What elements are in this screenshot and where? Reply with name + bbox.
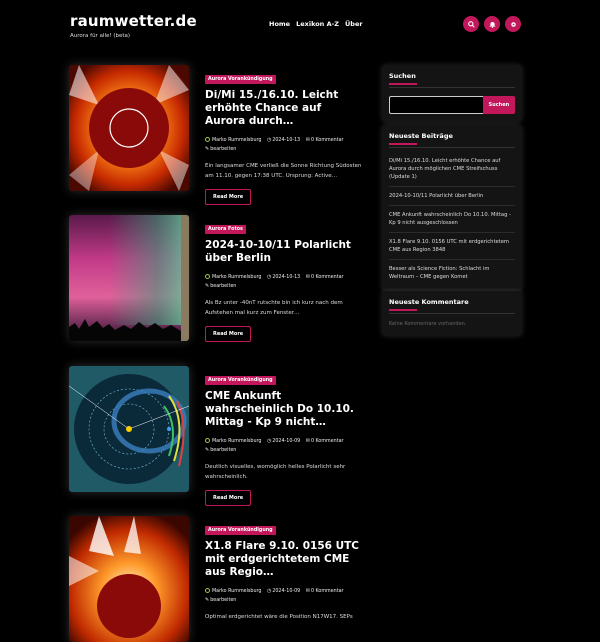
post-card: Aurora Vorankündigung CME Ankunft wahrsc… xyxy=(69,366,369,506)
nav-item-lexikon[interactable]: Lexikon A-Z xyxy=(296,20,339,28)
post-author[interactable]: Marko Rummelsburg xyxy=(212,275,261,280)
post-excerpt: Ein langsamer CME verließ die Sonne Rich… xyxy=(205,163,362,179)
post-excerpt: Deutlich visuelles, womöglich helles Pol… xyxy=(205,464,346,480)
recent-posts-widget: Neueste Beiträge Di/Mi 15./16.10. Leicht… xyxy=(382,125,522,292)
post-title[interactable]: X1.8 Flare 9.10. 0156 UTC mit erdgericht… xyxy=(205,540,365,579)
category-badge[interactable]: Aurora Fotos xyxy=(205,225,246,234)
nav-item-home[interactable]: Home xyxy=(269,20,290,28)
post-author[interactable]: Marko Rummelsburg xyxy=(212,138,261,143)
category-badge[interactable]: Aurora Vorankündigung xyxy=(205,526,276,535)
site-title[interactable]: raumwetter.de xyxy=(70,12,197,30)
clock-icon: ◷ xyxy=(266,274,272,280)
post-comments[interactable]: 0 Kommentar xyxy=(311,589,344,594)
post-comments[interactable]: 0 Kommentar xyxy=(311,439,344,444)
post-excerpt: Als Bz unter -40nT rutschte bin ich kurz… xyxy=(205,300,343,316)
post-edit-link[interactable]: bearbeiten xyxy=(210,284,236,289)
post-author[interactable]: Marko Rummelsburg xyxy=(212,589,261,594)
category-badge[interactable]: Aurora Vorankündigung xyxy=(205,376,276,385)
post-meta: Marko Rummelsburg ◷2024-10-09 ✉0 Komment… xyxy=(205,587,365,605)
widget-title-underline xyxy=(389,143,417,145)
author-icon xyxy=(205,588,210,593)
post-card: Aurora Vorankündigung X1.8 Flare 9.10. 0… xyxy=(69,516,369,642)
widget-title: Suchen xyxy=(389,72,416,80)
no-comments-text: Keine Kommentare vorhanden. xyxy=(389,320,467,327)
site-tagline: Aurora für alle! (beta) xyxy=(70,33,131,39)
post-thumbnail-coronagraph[interactable] xyxy=(69,65,189,191)
post-card: Aurora Vorankündigung Di/Mi 15./16.10. L… xyxy=(69,65,369,205)
clock-icon: ◷ xyxy=(266,588,272,594)
main-nav: Home Lexikon A-Z Über xyxy=(269,20,363,28)
post-date[interactable]: 2024-10-09 xyxy=(272,439,300,444)
widget-title: Neueste Beiträge xyxy=(389,132,453,140)
post-title[interactable]: 2024-10-10/11 Polarlicht über Berlin xyxy=(205,239,365,265)
edit-icon: ✎ xyxy=(205,283,210,289)
post-excerpt: Optimal erdgerichtet wäre die Position N… xyxy=(205,614,353,620)
widget-title-underline xyxy=(389,83,417,85)
post-meta: Marko Rummelsburg ◷2024-10-13 ✉0 Komment… xyxy=(205,273,365,291)
site-header: raumwetter.de Aurora für alle! (beta) Ho… xyxy=(0,0,600,50)
widget-title-underline xyxy=(389,309,417,311)
comment-icon: ✉ xyxy=(305,137,310,143)
post-comments[interactable]: 0 Kommentar xyxy=(311,138,344,143)
edit-icon: ✎ xyxy=(205,447,210,453)
bell-icon[interactable] xyxy=(484,16,500,32)
post-thumbnail-flare[interactable] xyxy=(69,516,189,642)
post-thumbnail-aurora[interactable] xyxy=(69,215,189,341)
search-input[interactable] xyxy=(389,95,483,114)
post-edit-link[interactable]: bearbeiten xyxy=(210,448,236,453)
recent-post-link[interactable]: Di/Mi 15./16.10. Leicht erhöhte Chance a… xyxy=(389,152,515,187)
author-icon xyxy=(205,438,210,443)
recent-post-link[interactable]: 2024-10-10/11 Polarlicht über Berlin xyxy=(389,187,515,206)
widget-title: Neueste Kommentare xyxy=(389,298,469,306)
author-icon xyxy=(205,137,210,142)
search-button[interactable]: Suchen xyxy=(482,95,515,114)
post-title[interactable]: Di/Mi 15./16.10. Leicht erhöhte Chance a… xyxy=(205,89,365,128)
recent-post-link[interactable]: CME Ankunft wahrscheinlich Do 10.10. Mit… xyxy=(389,206,515,233)
read-more-button[interactable]: Read More xyxy=(205,326,252,342)
post-author[interactable]: Marko Rummelsburg xyxy=(212,439,261,444)
post-comments[interactable]: 0 Kommentar xyxy=(311,275,344,280)
search-icon[interactable] xyxy=(463,16,479,32)
post-title[interactable]: CME Ankunft wahrscheinlich Do 10.10. Mit… xyxy=(205,390,365,429)
post-date[interactable]: 2024-10-09 xyxy=(272,589,300,594)
nav-item-ueber[interactable]: Über xyxy=(345,20,363,28)
post-edit-link[interactable]: bearbeiten xyxy=(210,598,236,603)
post-edit-link[interactable]: bearbeiten xyxy=(210,147,236,152)
search-widget: Suchen Suchen xyxy=(382,65,522,122)
recent-post-link[interactable]: Besser als Science Fiction: Schlacht im … xyxy=(389,260,515,286)
post-date[interactable]: 2024-10-13 xyxy=(272,275,300,280)
post-thumbnail-cme-model[interactable] xyxy=(69,366,189,492)
header-icons xyxy=(463,16,521,32)
settings-icon[interactable] xyxy=(505,16,521,32)
recent-post-link[interactable]: X1.8 Flare 9.10. 0156 UTC mit erdgericht… xyxy=(389,233,515,260)
read-more-button[interactable]: Read More xyxy=(205,189,252,205)
clock-icon: ◷ xyxy=(266,438,272,444)
post-card: Aurora Fotos 2024-10-10/11 Polarlicht üb… xyxy=(69,215,369,342)
author-icon xyxy=(205,274,210,279)
post-date[interactable]: 2024-10-13 xyxy=(272,138,300,143)
comment-icon: ✉ xyxy=(305,588,310,594)
read-more-button[interactable]: Read More xyxy=(205,490,252,506)
category-badge[interactable]: Aurora Vorankündigung xyxy=(205,75,276,84)
edit-icon: ✎ xyxy=(205,146,210,152)
comment-icon: ✉ xyxy=(305,438,310,444)
recent-comments-widget: Neueste Kommentare Keine Kommentare vorh… xyxy=(382,291,522,336)
edit-icon: ✎ xyxy=(205,597,210,603)
post-meta: Marko Rummelsburg ◷2024-10-13 ✉0 Komment… xyxy=(205,136,365,154)
post-meta: Marko Rummelsburg ◷2024-10-09 ✉0 Komment… xyxy=(205,437,365,455)
comment-icon: ✉ xyxy=(305,274,310,280)
clock-icon: ◷ xyxy=(266,137,272,143)
